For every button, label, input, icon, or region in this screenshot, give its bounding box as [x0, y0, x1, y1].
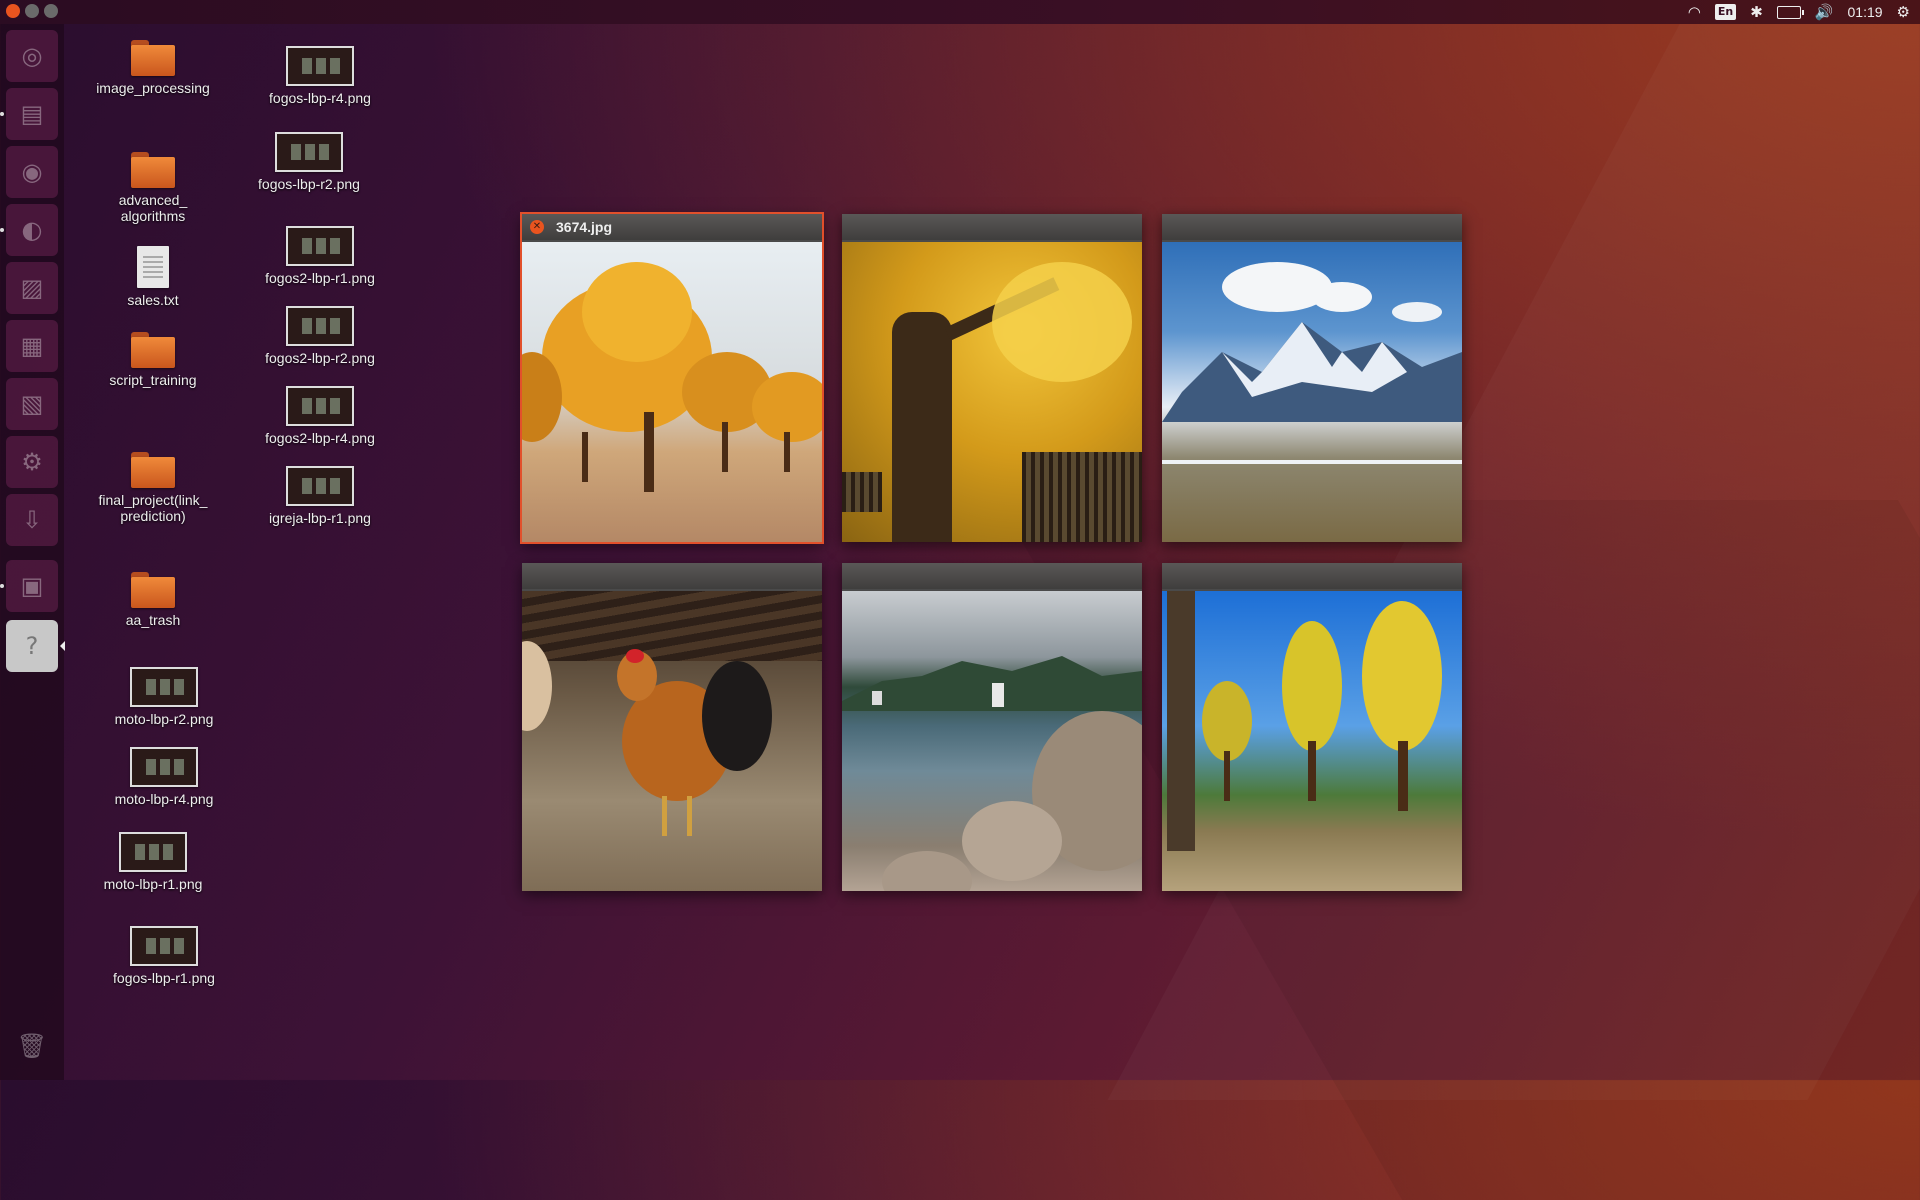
active-arrow — [60, 641, 65, 651]
window-titlebar — [522, 563, 822, 589]
photo-rocky-coast — [842, 591, 1142, 891]
image-thumbnail-icon — [119, 832, 187, 872]
desktop-icon-label: moto-lbp-r1.png — [103, 876, 203, 892]
window-titlebar — [1162, 563, 1462, 589]
desktop-image-file[interactable]: fogos-lbp-r4.png — [250, 46, 390, 106]
desktop-icon-label: fogos-lbp-r2.png — [258, 176, 360, 192]
desktop-icon-label: sales.txt — [127, 292, 179, 308]
image-thumbnail-icon — [130, 747, 198, 787]
libreoffice-calc-icon[interactable]: ▦ — [6, 320, 58, 372]
battery-icon[interactable] — [1776, 5, 1804, 19]
photo-snowy-mountains — [1162, 242, 1462, 542]
firefox-icon[interactable]: ◐ — [6, 204, 58, 256]
ubuntu-dash-icon[interactable]: ◎ — [6, 30, 58, 82]
libreoffice-writer-icon[interactable]: ▨ — [6, 262, 58, 314]
photo-ginkgo-park — [1162, 591, 1462, 891]
running-indicator — [0, 584, 4, 588]
spread-window[interactable] — [1162, 563, 1462, 891]
indicator-area: ◠ En ✱ 🔊 01:19 ⚙ — [1688, 0, 1910, 24]
software-updater-icon[interactable]: ⇩ — [6, 494, 58, 546]
image-thumbnail-icon — [130, 667, 198, 707]
system-settings-icon[interactable]: ⚙ — [6, 436, 58, 488]
desktop-icon-label: fogos2-lbp-r2.png — [265, 350, 375, 366]
top-panel: ◠ En ✱ 🔊 01:19 ⚙ — [0, 0, 1920, 24]
wifi-icon[interactable]: ◠ — [1688, 0, 1701, 24]
spread-window[interactable] — [1162, 214, 1462, 542]
desktop-icon-label: fogos-lbp-r1.png — [113, 970, 215, 986]
desktop-icon-label: fogos2-lbp-r4.png — [265, 430, 375, 446]
keyboard-layout-indicator[interactable]: En — [1714, 4, 1737, 20]
running-indicator — [0, 112, 4, 116]
folder-icon — [131, 332, 175, 368]
desktop-image-file[interactable]: fogos-lbp-r2.png — [239, 132, 379, 192]
desktop-image-file[interactable]: fogos2-lbp-r1.png — [250, 226, 390, 286]
desktop-image-file[interactable]: fogos2-lbp-r4.png — [250, 386, 390, 446]
desktop-file[interactable]: sales.txt — [83, 246, 223, 308]
maximize-window-button[interactable] — [44, 4, 58, 18]
desktop-icon-label: fogos2-lbp-r1.png — [265, 270, 375, 286]
bluetooth-icon[interactable]: ✱ — [1750, 0, 1763, 24]
minimize-window-button[interactable] — [25, 4, 39, 18]
desktop-folder[interactable]: final_project(link_ prediction) — [83, 452, 223, 524]
help-icon[interactable]: ? — [6, 620, 58, 672]
spread-window[interactable] — [522, 563, 822, 891]
desktop-icon-label: igreja-lbp-r1.png — [269, 510, 371, 526]
spread-window[interactable] — [842, 214, 1142, 542]
folder-icon — [131, 40, 175, 76]
window-titlebar — [842, 214, 1142, 240]
image-thumbnail-icon — [286, 46, 354, 86]
files-icon[interactable]: ▤ — [6, 88, 58, 140]
desktop-image-file[interactable]: igreja-lbp-r1.png — [250, 466, 390, 526]
image-viewer-icon[interactable]: ▣ — [6, 560, 58, 612]
folder-icon — [131, 572, 175, 608]
desktop-folder[interactable]: script_training — [83, 332, 223, 388]
desktop-image-file[interactable]: fogos2-lbp-r2.png — [250, 306, 390, 366]
desktop-image-file[interactable]: moto-lbp-r1.png — [83, 832, 223, 892]
running-indicator — [0, 228, 4, 232]
folder-icon — [131, 152, 175, 188]
desktop-icon-label: advanced_ algorithms — [118, 192, 188, 224]
folder-icon — [131, 452, 175, 488]
window-title: 3674.jpg — [556, 219, 613, 235]
photo-rooster — [522, 591, 822, 891]
desktop-icon-label: aa_trash — [125, 612, 181, 628]
window-titlebar: ✕ 3674.jpg — [522, 214, 822, 240]
desktop-icon-label: moto-lbp-r2.png — [114, 711, 214, 727]
close-icon[interactable]: ✕ — [530, 220, 544, 234]
spread-window[interactable]: ✕ 3674.jpg — [520, 212, 824, 544]
image-thumbnail-icon — [275, 132, 343, 172]
libreoffice-impress-icon[interactable]: ▧ — [6, 378, 58, 430]
photo-ginkgo-tree — [842, 242, 1142, 542]
desktop-folder[interactable]: image_processing — [83, 40, 223, 96]
image-thumbnail-icon — [286, 466, 354, 506]
desktop-icon-label: moto-lbp-r4.png — [114, 791, 214, 807]
gear-icon[interactable]: ⚙ — [1897, 0, 1910, 24]
window-titlebar — [1162, 214, 1462, 240]
photo-desert-poplars — [522, 242, 822, 542]
text-file-icon — [137, 246, 169, 288]
desktop-icon-label: fogos-lbp-r4.png — [269, 90, 371, 106]
image-thumbnail-icon — [286, 226, 354, 266]
desktop-image-file[interactable]: moto-lbp-r4.png — [94, 747, 234, 807]
desktop-icon-label: script_training — [109, 372, 197, 388]
mountain-range — [1162, 322, 1462, 422]
image-thumbnail-icon — [130, 926, 198, 966]
clock[interactable]: 01:19 — [1848, 0, 1883, 24]
window-titlebar — [842, 563, 1142, 589]
volume-icon[interactable]: 🔊 — [1815, 0, 1834, 24]
desktop-image-file[interactable]: fogos-lbp-r1.png — [94, 926, 234, 986]
close-window-button[interactable] — [6, 4, 20, 18]
trash-icon[interactable]: 🗑 — [6, 1020, 58, 1072]
desktop-image-file[interactable]: moto-lbp-r2.png — [94, 667, 234, 727]
desktop-icon-label: final_project(link_ prediction) — [98, 492, 208, 524]
fence — [1022, 452, 1142, 542]
desktop-icon-label: image_processing — [96, 80, 210, 96]
image-thumbnail-icon — [286, 386, 354, 426]
desktop-folder[interactable]: aa_trash — [83, 572, 223, 628]
spread-window[interactable] — [842, 563, 1142, 891]
image-thumbnail-icon — [286, 306, 354, 346]
desktop-folder[interactable]: advanced_ algorithms — [83, 152, 223, 224]
launcher: ◎ ▤ ◉ ◐ ▨ ▦ ▧ ⚙ ⇩ ▣ ? 🗑 — [0, 24, 65, 1080]
chrome-icon[interactable]: ◉ — [6, 146, 58, 198]
